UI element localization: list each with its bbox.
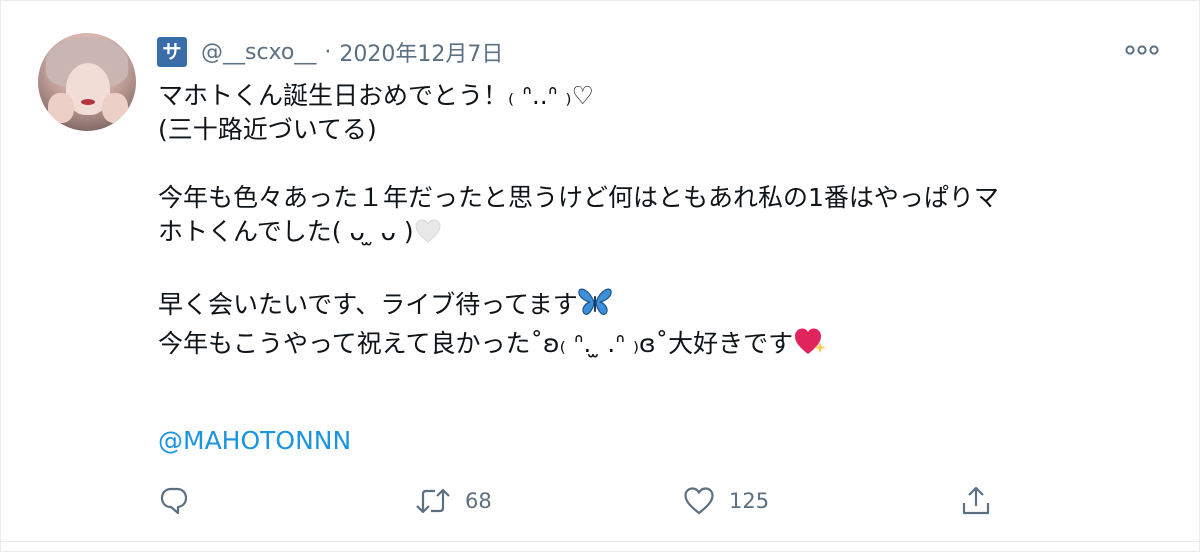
like-button[interactable]: 125 <box>683 481 769 521</box>
reply-button[interactable] <box>159 481 189 521</box>
divider <box>1 541 1199 542</box>
tweet-line: マホトくん誕生日おめでとう！₍ ᐢ..ᐢ ₎♡ <box>158 81 594 110</box>
butterfly-icon <box>578 287 612 326</box>
retweet-button[interactable]: 68 <box>415 481 492 521</box>
tweet-line: (三十路近づいてる) <box>158 115 377 144</box>
tweet-date[interactable]: 2020年12月7日 <box>339 36 503 68</box>
heart-outline-icon <box>684 487 714 515</box>
tweet-line-text: 今年もこうやって祝えて良かった˚ʚ₍ ᐢ. ̫ .ᐢ ₎ɞ˚大好きです <box>158 329 794 358</box>
display-name-badge[interactable]: サ <box>157 37 187 67</box>
reply-icon <box>160 487 188 515</box>
tweet-card[interactable]: サ @__scxo__ · 2020年12月7日 マホトくん誕生日おめでとう！₍… <box>0 0 1200 552</box>
like-count: 125 <box>729 489 770 513</box>
share-icon <box>962 486 990 515</box>
tweet-line: 今年もこうやって祝えて良かった˚ʚ₍ ᐢ. ̫ .ᐢ ₎ɞ˚大好きです <box>158 326 1178 365</box>
tweet-line-text: ホトくんでした( ᴗ ̫ ᴗ ) <box>158 217 414 246</box>
share-button[interactable] <box>961 481 991 521</box>
tweet-line-text: 早く会いたいです、ライブ待ってます <box>158 290 578 319</box>
tweet-header: サ @__scxo__ · 2020年12月7日 <box>157 37 503 67</box>
tweet-text: マホトくん誕生日おめでとう！₍ ᐢ..ᐢ ₎♡ (三十路近づいてる) 今年も色々… <box>158 79 1178 365</box>
avatar[interactable] <box>38 33 136 131</box>
tweet-line: ホトくんでした( ᴗ ̫ ᴗ ) <box>158 215 1178 253</box>
retweet-count: 68 <box>465 489 492 513</box>
retweet-icon <box>416 488 450 514</box>
sparkling-heart-icon <box>793 326 827 365</box>
tweet-line: 早く会いたいです、ライブ待ってます <box>158 287 1178 326</box>
tweet-actions: 68 125 <box>1 481 1200 521</box>
white-heart-icon <box>414 218 442 253</box>
user-handle[interactable]: @__scxo__ <box>201 40 316 65</box>
tweet-line: 今年も色々あった１年だったと思うけど何はともあれ私の1番はやっぱりマ <box>158 183 999 212</box>
mention-link[interactable]: @MAHOTONNN <box>158 426 351 455</box>
more-horizontal-icon[interactable] <box>1125 43 1159 57</box>
separator-dot: · <box>324 39 332 65</box>
